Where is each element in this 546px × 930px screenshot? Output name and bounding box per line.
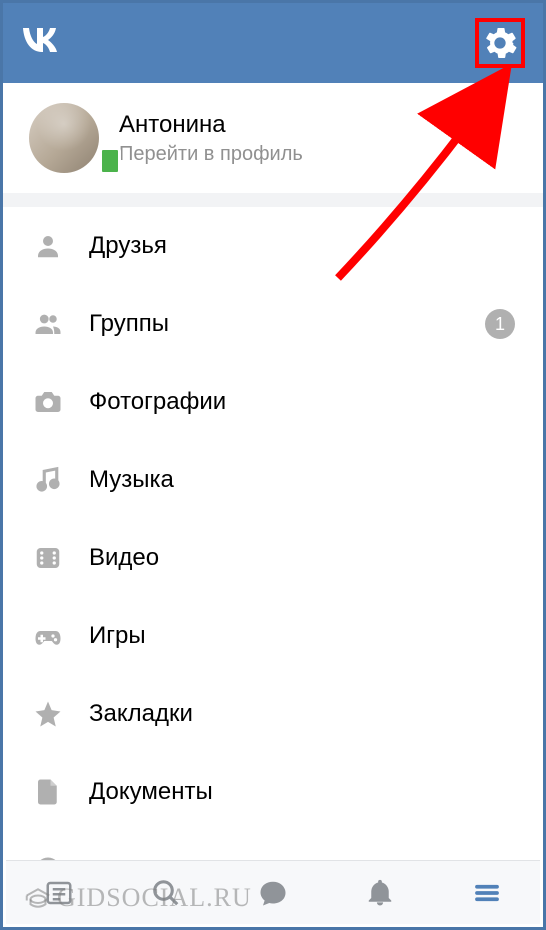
music-icon [31,463,65,497]
profile-row[interactable]: Антонина Перейти в профиль [3,83,543,193]
count-badge: 1 [485,309,515,339]
menu-item-music[interactable]: Музыка [3,441,543,519]
menu-label: Фотографии [89,388,515,416]
menu-item-games[interactable]: Игры [3,597,543,675]
section-divider [3,193,543,207]
menu-label: Документы [89,778,515,806]
gear-icon [483,26,517,60]
menu-item-documents[interactable]: Документы [3,753,543,831]
avatar [29,103,99,173]
main-menu: Друзья Группы 1 Фотографии Музыка [3,207,543,863]
menu-item-photos[interactable]: Фотографии [3,363,543,441]
menu-label: Закладки [89,700,515,728]
people-icon [31,307,65,341]
menu-label: Игры [89,622,515,650]
profile-name: Антонина [119,111,303,139]
menu-item-help[interactable]: Помощь [3,831,543,863]
menu-item-bookmarks[interactable]: Закладки [3,675,543,753]
nav-menu[interactable] [472,878,502,908]
menu-item-video[interactable]: Видео [3,519,543,597]
menu-label: Видео [89,544,515,572]
camera-icon [31,385,65,419]
watermark: GIDSOCIAL.RU [23,883,252,913]
menu-item-friends[interactable]: Друзья [3,207,543,285]
doc-icon [31,775,65,809]
profile-subtitle: Перейти в профиль [119,143,303,166]
menu-label: Группы [89,310,485,338]
menu-label: Друзья [89,232,515,260]
nav-messages[interactable] [258,878,288,908]
menu-label: Музыка [89,466,515,494]
person-icon [31,229,65,263]
vk-logo[interactable] [21,25,65,62]
online-mobile-badge [99,147,121,175]
settings-button[interactable] [475,18,525,68]
nav-notifications[interactable] [365,878,395,908]
app-header [3,3,543,83]
star-icon [31,697,65,731]
video-icon [31,541,65,575]
game-icon [31,619,65,653]
menu-item-groups[interactable]: Группы 1 [3,285,543,363]
